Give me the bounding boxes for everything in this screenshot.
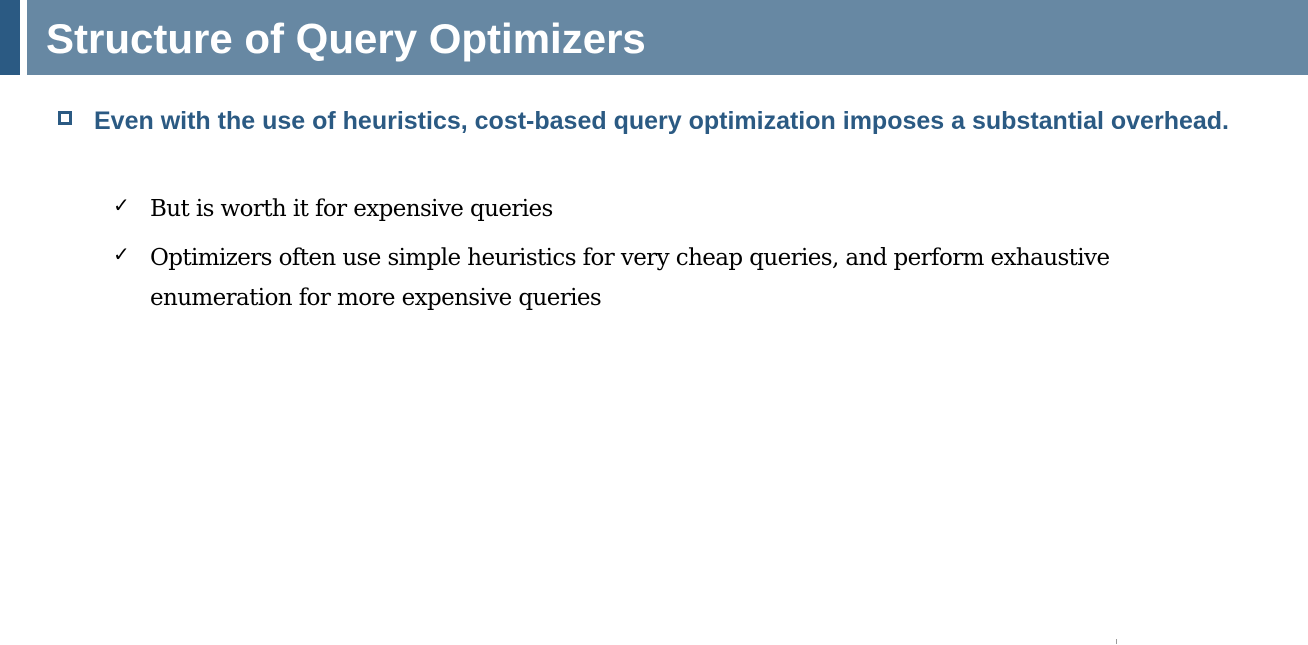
checkmark-icon: ✓ bbox=[113, 193, 130, 217]
footer-tick-mark bbox=[1116, 639, 1117, 644]
sub-bullet-text: But is worth it for expensive queries bbox=[150, 196, 553, 222]
checkmark-icon: ✓ bbox=[113, 242, 130, 266]
title-accent-gap bbox=[20, 0, 27, 75]
bullet-level1-text: Even with the use of heuristics, cost-ba… bbox=[94, 107, 1229, 135]
title-accent-stripe bbox=[0, 0, 20, 75]
square-bullet-icon bbox=[58, 111, 72, 125]
slide: Structure of Query Optimizers Even with … bbox=[0, 0, 1308, 645]
title-bar: Structure of Query Optimizers bbox=[0, 0, 1308, 75]
slide-title: Structure of Query Optimizers bbox=[46, 15, 646, 62]
sub-bullet-text: Optimizers often use simple heuristics f… bbox=[150, 245, 1110, 311]
